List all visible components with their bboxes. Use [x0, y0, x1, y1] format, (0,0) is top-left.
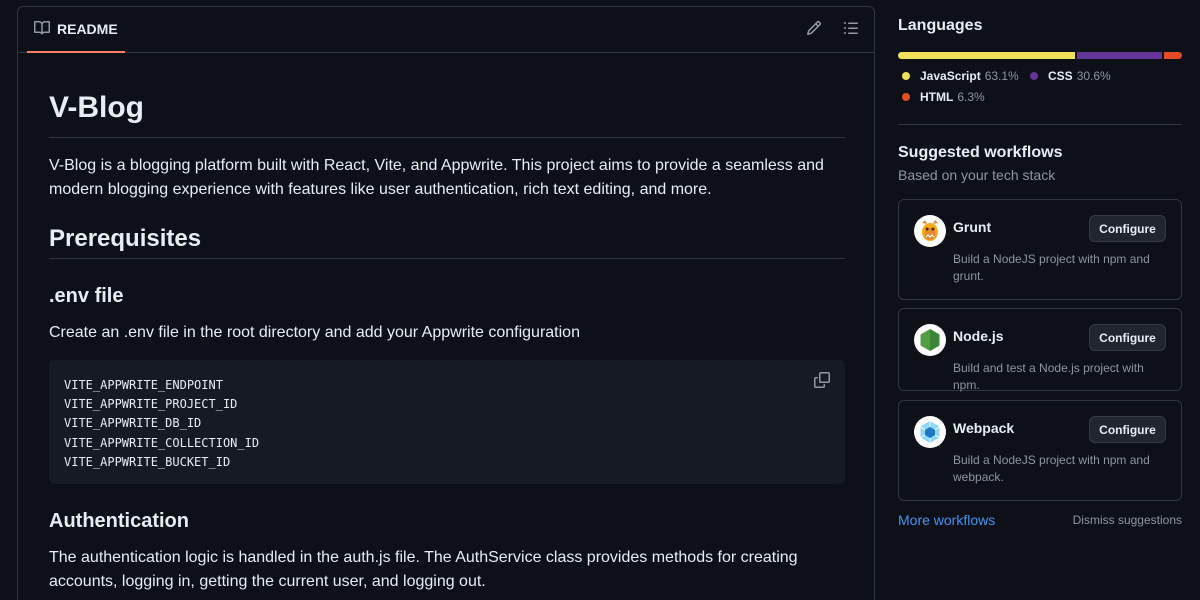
code-line: VITE_APPWRITE_COLLECTION_ID	[64, 435, 260, 450]
copy-icon	[814, 371, 830, 393]
workflow-description: Build a NodeJS project with npm and webp…	[953, 453, 1150, 484]
code-line: VITE_APPWRITE_DB_ID	[64, 416, 202, 431]
readme-header: README	[18, 7, 874, 53]
language-name: HTML	[920, 90, 954, 104]
outline-button[interactable]	[837, 17, 865, 43]
webpack-icon	[914, 416, 946, 448]
workflow-name[interactable]: Node.js	[953, 328, 1004, 344]
pencil-icon	[806, 20, 822, 41]
book-icon	[34, 20, 51, 39]
configure-nodejs-button[interactable]: Configure	[1089, 324, 1166, 351]
readme-panel: README V-Blog V-Blog is a blogging platf…	[17, 6, 875, 600]
workflow-name[interactable]: Webpack	[953, 420, 1014, 436]
configure-webpack-button[interactable]: Configure	[1089, 416, 1166, 443]
edit-readme-button[interactable]	[800, 17, 828, 43]
language-bar	[898, 52, 1182, 59]
readme-tab[interactable]: README	[27, 7, 125, 53]
heading-authentication: Authentication	[49, 510, 189, 532]
code-line: VITE_APPWRITE_PROJECT_ID	[64, 397, 238, 412]
language-javascript[interactable]: JavaScript 63.1%	[902, 69, 1019, 83]
nodejs-icon	[914, 324, 946, 356]
dismiss-suggestions-button[interactable]: Dismiss suggestions	[1073, 513, 1182, 527]
workflow-card-webpack: Webpack Configure Build a NodeJS project…	[898, 400, 1182, 501]
language-percent: 30.6%	[1076, 69, 1111, 83]
language-html[interactable]: HTML 6.3%	[902, 90, 985, 104]
languages-title: Languages	[898, 17, 983, 34]
language-percent: 63.1%	[984, 69, 1019, 83]
heading-env-file: .env file	[49, 285, 124, 307]
workflow-name[interactable]: Grunt	[953, 219, 991, 235]
readme-title: V-Blog	[49, 91, 144, 124]
language-dot	[1030, 72, 1038, 80]
language-css[interactable]: CSS 30.6%	[1030, 69, 1111, 83]
prerequisites-divider	[49, 258, 845, 259]
code-line: VITE_APPWRITE_BUCKET_ID	[64, 454, 231, 469]
env-paragraph: Create an .env file in the root director…	[49, 324, 580, 341]
intro-paragraph: V-Blog is a blogging platform built with…	[49, 157, 824, 198]
configure-grunt-button[interactable]: Configure	[1089, 215, 1166, 242]
list-unordered-icon	[843, 20, 859, 41]
code-block: VITE_APPWRITE_ENDPOINT VITE_APPWRITE_PRO…	[49, 360, 845, 484]
language-dot	[902, 93, 910, 101]
auth-paragraph: The authentication logic is handled in t…	[49, 549, 798, 590]
code-line: VITE_APPWRITE_ENDPOINT	[64, 378, 223, 392]
language-bar-segment	[898, 52, 1075, 59]
language-bar-segment	[1164, 52, 1182, 59]
language-name: CSS	[1048, 69, 1073, 83]
heading-prerequisites: Prerequisites	[49, 225, 202, 252]
workflow-card-grunt: Grunt Configure Build a NodeJS project w…	[898, 199, 1182, 300]
title-divider	[49, 137, 845, 138]
workflows-title: Suggested workflows	[898, 144, 1063, 161]
language-dot	[902, 72, 910, 80]
more-workflows-link[interactable]: More workflows	[898, 512, 995, 528]
grunt-icon	[914, 215, 946, 247]
workflow-description: Build and test a Node.js project with np…	[953, 361, 1144, 392]
workflow-card-nodejs: Node.js Configure Build and test a Node.…	[898, 308, 1182, 392]
sidebar-divider	[898, 124, 1182, 125]
readme-tab-label: README	[57, 21, 118, 37]
language-name: JavaScript	[920, 69, 981, 83]
workflows-subtitle: Based on your tech stack	[898, 167, 1056, 183]
copy-button[interactable]	[811, 371, 833, 393]
language-bar-segment	[1076, 52, 1163, 59]
language-percent: 6.3%	[957, 90, 985, 104]
workflow-description: Build a NodeJS project with npm and grun…	[953, 252, 1150, 283]
